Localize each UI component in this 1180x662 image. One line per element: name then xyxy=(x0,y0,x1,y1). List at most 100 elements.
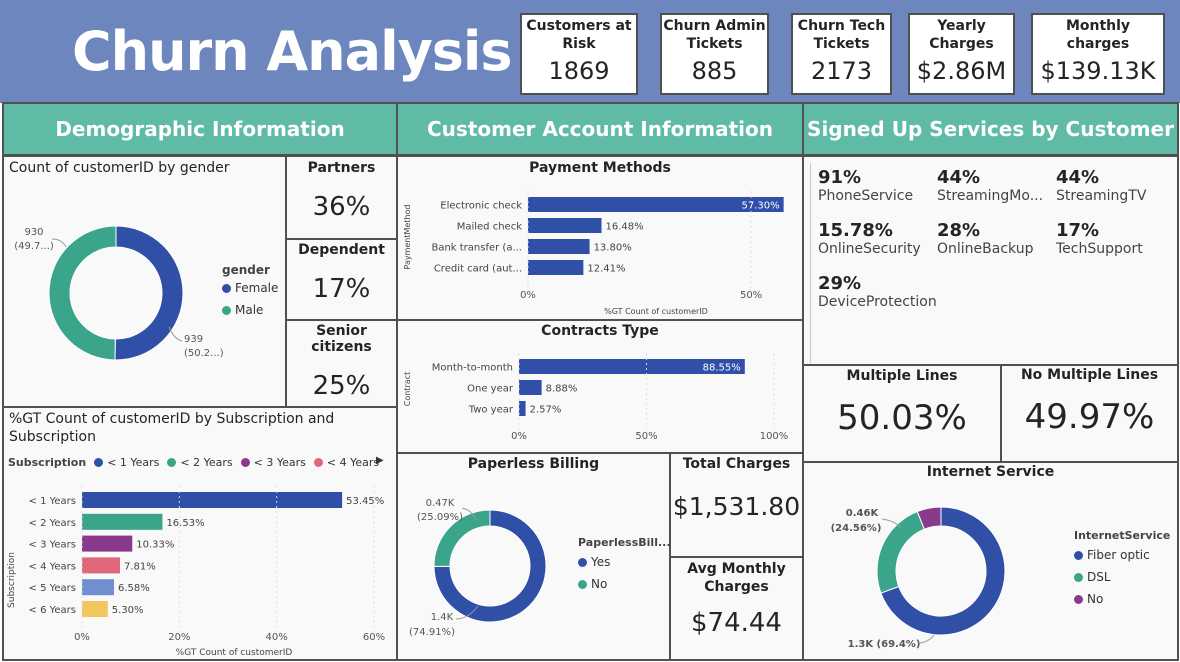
service-item: 28% OnlineBackup xyxy=(937,220,1034,257)
subscription-chart-panel[interactable]: %GT Count of customerID by Subscription … xyxy=(2,406,398,661)
avg-monthly-value: $74.44 xyxy=(691,608,782,638)
services-panel[interactable]: 91% PhoneService 44% StreamingMo... 44% Str… xyxy=(802,155,1179,366)
paperless-billing-panel[interactable]: Paperless Billing 0.47K (25.09%) 1.4K (7… xyxy=(396,452,671,661)
partners-card[interactable]: Partners 36% xyxy=(285,155,398,240)
legend-item-no-internet[interactable]: No xyxy=(1074,592,1170,606)
x-tick-label: 40% xyxy=(266,632,288,643)
bar-data-label: 5.30% xyxy=(112,605,144,616)
total-charges-card[interactable]: Total Charges $1,531.80 xyxy=(669,452,804,558)
gender-label-male-value: 930 xyxy=(24,227,43,238)
legend-label: No xyxy=(1087,592,1104,606)
bar-category-label: < 2 Years xyxy=(29,518,76,529)
kpi-label: Customers at Risk xyxy=(526,18,632,52)
legend-dot xyxy=(578,557,587,567)
bar-category-label: Electronic check xyxy=(440,201,522,212)
bar-data-label: 8.88% xyxy=(546,384,578,395)
legend-item-dsl[interactable]: DSL xyxy=(1074,570,1170,584)
x-tick-label: 50% xyxy=(635,431,657,442)
payment-methods-panel[interactable]: Payment Methods Electronic check 57.30% Ma… xyxy=(396,155,804,321)
contract-y-axis-label: Contract xyxy=(403,372,412,406)
bar-data-label: 16.48% xyxy=(606,222,644,233)
partners-label: Partners xyxy=(307,160,376,176)
legend-item-no[interactable]: No xyxy=(578,577,669,591)
bar-category-label: < 5 Years xyxy=(29,583,76,594)
x-tick-label: 0% xyxy=(74,632,90,643)
gender-legend: gender Female Male xyxy=(222,263,278,317)
kpi-card-churn-admin-tickets[interactable]: Churn Admin Tickets 885 xyxy=(660,13,769,95)
contracts-type-chart: Month-to-month 88.55% One year 8.88% Two yea… xyxy=(403,353,788,442)
legend-label: Female xyxy=(235,281,279,295)
legend-dot xyxy=(1074,550,1083,560)
kpi-card-churn-tech-tickets[interactable]: Churn Tech Tickets 2173 xyxy=(791,13,892,95)
kpi-value: 885 xyxy=(691,57,738,85)
legend-label: No xyxy=(591,577,608,591)
dependent-card[interactable]: Dependent 17% xyxy=(285,238,398,321)
divider xyxy=(810,163,811,363)
section-account: Customer Account Information xyxy=(396,102,804,156)
senior-value: 25% xyxy=(312,371,371,401)
bar-category-label: Month-to-month xyxy=(432,363,513,374)
paperless-donut xyxy=(433,509,547,623)
donut-slice xyxy=(876,510,925,594)
payment-x-axis-label: %GT Count of customerID xyxy=(604,307,708,316)
kpi-label: Yearly Charges xyxy=(929,18,994,52)
section-services: Signed Up Services by Customer xyxy=(802,102,1179,156)
multiple-lines-value: 50.03% xyxy=(837,398,967,438)
paperless-label-no-value: 0.47K xyxy=(426,498,455,509)
service-item: 29% DeviceProtection xyxy=(818,273,937,310)
bar xyxy=(519,401,526,416)
bar-data-label: 10.33% xyxy=(136,540,174,551)
bar-data-label: 6.58% xyxy=(118,583,150,594)
dependent-label: Dependent xyxy=(298,242,385,258)
legend-item-fiber-optic[interactable]: Fiber optic xyxy=(1074,548,1170,562)
donut-slice xyxy=(114,225,184,361)
donut-slice xyxy=(48,225,117,361)
partners-value: 36% xyxy=(312,192,371,222)
legend-item-male[interactable]: Male xyxy=(222,303,278,317)
bar-category-label: < 1 Years xyxy=(29,496,76,507)
bar-category-label: < 6 Years xyxy=(29,605,76,616)
bar xyxy=(519,380,542,395)
paperless-legend: PaperlessBill... Yes No xyxy=(578,536,669,591)
subscription-y-axis-label: Subscription xyxy=(7,552,17,608)
gender-label-female-pct: (50.2...) xyxy=(184,348,224,359)
legend-dot xyxy=(1074,572,1083,582)
kpi-value: 1869 xyxy=(548,57,610,85)
kpi-value: $2.86M xyxy=(916,57,1007,85)
page-title: Churn Analysis xyxy=(72,20,513,83)
payment-methods-chart: Electronic check 57.30% Mailed check 16.48%… xyxy=(403,191,784,316)
kpi-card-yearly-charges[interactable]: Yearly Charges $2.86M xyxy=(908,13,1015,95)
total-charges-value: $1,531.80 xyxy=(672,492,801,521)
legend-label: Male xyxy=(235,303,264,317)
internet-service-panel[interactable]: Internet Service 0.46K (24.56%) 1.3K (69… xyxy=(802,461,1179,661)
gender-legend-title: gender xyxy=(222,263,270,277)
x-tick-label: 0% xyxy=(511,431,527,442)
kpi-card-monthly-charges[interactable]: Monthly charges $139.13K xyxy=(1031,13,1165,95)
bar xyxy=(82,513,163,530)
gender-label-male-pct: (49.7...) xyxy=(14,241,54,252)
multiple-lines-card[interactable]: Multiple Lines 50.03% xyxy=(802,364,1002,463)
senior-label: Senior citizens xyxy=(311,323,372,355)
x-tick-label: 60% xyxy=(363,632,385,643)
gender-leader-line xyxy=(51,238,67,248)
service-item: 17% TechSupport xyxy=(1056,220,1143,257)
legend-label: Yes xyxy=(591,555,611,569)
legend-item-yes[interactable]: Yes xyxy=(578,555,669,569)
bar-category-label: Credit card (aut... xyxy=(434,264,522,275)
gender-chart-panel[interactable]: Count of customerID by gender 930 (49.7.… xyxy=(2,155,287,408)
service-item: 15.78% OnlineSecurity xyxy=(818,220,921,257)
legend-label: Fiber optic xyxy=(1087,548,1150,562)
gender-donut xyxy=(48,225,184,361)
bar xyxy=(82,579,115,596)
bar xyxy=(528,260,584,275)
internet-legend: InternetService Fiber optic DSL No xyxy=(1074,529,1170,606)
bar-data-label: 88.55% xyxy=(703,363,741,374)
senior-citizens-card[interactable]: Senior citizens 25% xyxy=(285,319,398,408)
no-multiple-lines-card[interactable]: No Multiple Lines 49.97% xyxy=(1000,364,1179,463)
kpi-card-customers-at-risk[interactable]: Customers at Risk 1869 xyxy=(520,13,638,95)
contracts-type-panel[interactable]: Contracts Type Month-to-month 88.55% One y… xyxy=(396,319,804,454)
internet-leader-line xyxy=(917,634,935,644)
avg-monthly-charges-card[interactable]: Avg Monthly Charges $74.44 xyxy=(669,556,804,661)
legend-item-female[interactable]: Female xyxy=(222,281,278,295)
contract-bars: Month-to-month 88.55% One year 8.88% Two yea… xyxy=(432,353,788,442)
